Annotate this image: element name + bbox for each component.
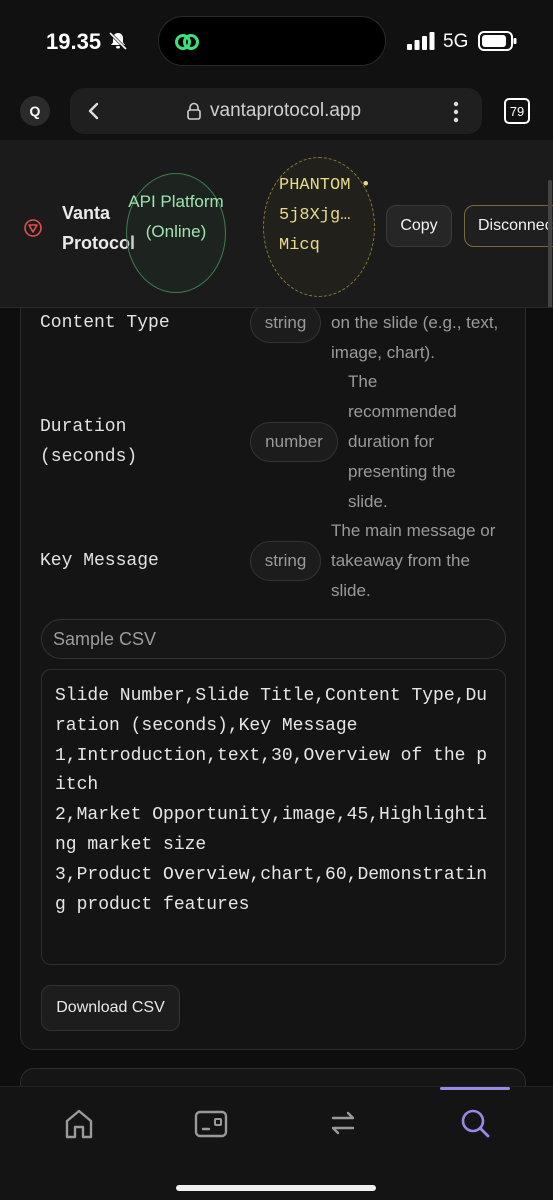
main-content: Content Type string on the slide (e.g., … <box>0 308 553 1086</box>
api-status-badge: API Platform (Online) <box>126 173 226 293</box>
wallet-label: PHANTOM • <box>279 176 371 195</box>
search-icon[interactable] <box>455 1105 495 1141</box>
bottom-nav <box>0 1086 553 1200</box>
network-label: 5G <box>443 31 469 52</box>
status-time: 19.35 <box>46 29 102 54</box>
search-engine-button[interactable]: Q <box>20 96 50 126</box>
more-vertical-icon[interactable] <box>452 101 460 123</box>
battery-icon <box>478 31 517 51</box>
field-name: Content Type <box>40 313 170 333</box>
csv-text: Slide Number,Slide Title,Content Type,Du… <box>55 686 488 915</box>
url-text: vantaprotocol.app <box>210 100 362 121</box>
field-description: The main message or takeaway from the sl… <box>331 521 496 600</box>
app-header: Vanta Protocol API Platform (Online) PHA… <box>0 140 553 308</box>
field-name: Duration (seconds) <box>40 417 138 467</box>
swap-icon[interactable] <box>323 1105 363 1141</box>
status-bar: 19.35 5G <box>0 0 553 84</box>
field-type-badge: string <box>250 308 321 343</box>
wallet-icon[interactable] <box>191 1105 231 1141</box>
home-icon[interactable] <box>59 1105 99 1141</box>
dynamic-island <box>158 16 386 66</box>
wallet-address: 5j8Xjg… Micq <box>279 206 351 255</box>
lock-icon <box>187 102 201 120</box>
vanta-logo-icon <box>24 219 42 237</box>
tabs-button[interactable]: 79 <box>504 98 530 124</box>
field-type-badge: string <box>250 541 321 581</box>
sample-csv-label: Sample CSV <box>41 619 506 659</box>
download-csv-button[interactable]: Download CSV <box>41 985 180 1031</box>
csv-preview[interactable]: Slide Number,Slide Title,Content Type,Du… <box>41 669 506 965</box>
browser-bar: Q vantaprotocol.app 79 <box>0 84 553 140</box>
back-icon[interactable] <box>84 101 104 121</box>
home-indicator[interactable] <box>176 1185 376 1191</box>
field-type-badge: number <box>250 422 338 462</box>
field-description: The recommended duration for presenting … <box>348 372 457 511</box>
bell-muted-icon <box>108 31 128 51</box>
active-tab-indicator <box>440 1087 510 1090</box>
next-card <box>20 1068 526 1086</box>
field-description: on the slide (e.g., text, image, chart). <box>331 313 499 362</box>
disconnect-button[interactable]: Disconnect <box>464 205 553 247</box>
scrollbar[interactable] <box>548 180 552 307</box>
copy-address-button[interactable]: Copy <box>386 205 452 247</box>
link-icon <box>175 34 199 50</box>
address-bar[interactable]: vantaprotocol.app <box>70 88 482 134</box>
field-name: Key Message <box>40 551 159 571</box>
wallet-badge[interactable]: PHANTOM • 5j8Xjg… Micq <box>263 157 375 297</box>
signal-icon <box>407 32 435 50</box>
